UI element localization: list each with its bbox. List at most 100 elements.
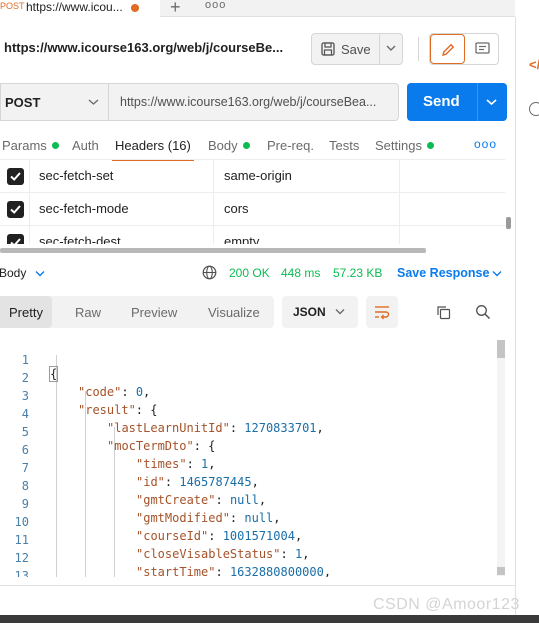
url-input[interactable]: https://www.icourse163.org/web/j/courseB… [108, 83, 399, 121]
code-line: 10 "courseId": 1001571004, [0, 501, 507, 543]
response-code-view[interactable]: 1 { 2 "code": 0, 3 "result": { 4 "lastLe… [0, 337, 507, 577]
code-line: 9 "gmtModified": null, [0, 483, 507, 525]
status-code[interactable]: 200 OK [229, 266, 270, 280]
code-line: 12 "startTime": 1632880800000, [0, 537, 507, 577]
response-time[interactable]: 448 ms [281, 266, 320, 280]
column-divider [29, 226, 30, 244]
save-label: Save [341, 42, 371, 57]
code-line: 4 "lastLearnUnitId": 1270833701, [0, 393, 507, 435]
more-options-button[interactable]: ooo [474, 137, 497, 151]
chevron-down-icon[interactable] [35, 270, 45, 277]
tab-params[interactable]: Params [2, 138, 59, 153]
header-key[interactable]: sec-fetch-set [39, 168, 113, 183]
wrap-lines-button[interactable] [366, 296, 398, 328]
code-line: 13 "duration": null, [0, 555, 507, 577]
table-row: sec-fetch-mode cors [0, 192, 505, 226]
code-line: 3 "result": { [0, 375, 507, 417]
wrap-icon [375, 306, 390, 320]
taskbar-strip [0, 615, 539, 623]
status-dot-icon [51, 142, 59, 149]
format-select[interactable]: JSON [282, 296, 358, 328]
tab-params-label: Params [2, 138, 47, 153]
documentation-button[interactable] [465, 34, 499, 64]
tab-pretty[interactable]: Pretty [9, 305, 43, 320]
code-scroll-thumb[interactable] [497, 340, 505, 358]
response-body-select[interactable]: Body [0, 266, 26, 280]
tab-strip: POST https://www.icou... + ooo [0, 0, 515, 17]
request-tab[interactable]: POST https://www.icou... [0, 0, 160, 17]
headers-horizontal-scrollbar[interactable] [0, 248, 426, 253]
headers-table: sec-fetch-set same-origin sec-fetch-mode… [0, 159, 505, 244]
header-key[interactable]: sec-fetch-mode [39, 201, 129, 216]
tab-raw[interactable]: Raw [75, 305, 101, 320]
column-divider [29, 160, 30, 193]
tab-more-button[interactable]: ooo [205, 0, 226, 11]
code-line: 11 "closeVisableStatus": 1, [0, 519, 507, 561]
chevron-down-icon [88, 98, 99, 106]
code-line: 8 "gmtCreate": null, [0, 465, 507, 507]
tab-body-label: Body [208, 138, 238, 153]
tab-headers[interactable]: Headers (16) [115, 138, 191, 153]
save-button[interactable]: Save [311, 33, 403, 65]
status-dot-icon [426, 142, 434, 149]
code-snippet-icon[interactable]: </ [529, 57, 539, 72]
send-label: Send [423, 93, 460, 110]
send-divider [477, 83, 478, 121]
tab-method-label: POST [0, 1, 25, 11]
new-tab-plus-icon[interactable]: + [170, 0, 181, 18]
method-select[interactable]: POST [0, 83, 108, 121]
edit-mode-button[interactable] [430, 34, 465, 64]
line-number: 13 [14, 569, 29, 577]
watermark: CSDN @Amoor123 [373, 596, 520, 613]
chevron-down-icon [335, 308, 345, 315]
chevron-down-icon[interactable] [386, 44, 396, 52]
unsaved-dot-icon [131, 4, 139, 12]
chevron-down-icon[interactable] [492, 270, 502, 277]
search-icon[interactable] [475, 304, 491, 320]
column-divider [213, 226, 214, 244]
request-title[interactable]: https://www.icourse163.org/web/j/courseB… [4, 40, 283, 55]
method-label: POST [5, 95, 41, 110]
checkbox[interactable] [7, 201, 24, 218]
column-divider [29, 193, 30, 226]
tab-visualize[interactable]: Visualize [208, 305, 260, 320]
headers-vertical-scrollbar[interactable] [506, 217, 511, 229]
pencil-icon [442, 43, 455, 56]
checkbox[interactable] [7, 234, 24, 244]
tab-preview[interactable]: Preview [131, 305, 177, 320]
tab-body[interactable]: Body [208, 138, 250, 153]
column-divider [213, 160, 214, 193]
globe-icon[interactable] [202, 265, 217, 280]
tab-auth[interactable]: Auth [72, 138, 99, 153]
comment-icon [475, 42, 490, 54]
code-line: 6 "times": 1, [0, 429, 507, 471]
url-text: https://www.icourse163.org/web/j/courseB… [120, 95, 377, 109]
column-divider [399, 226, 400, 244]
header-value[interactable]: empty [224, 234, 259, 244]
tab-settings[interactable]: Settings [375, 138, 434, 153]
tab-prerequest[interactable]: Pre-req. [267, 138, 314, 153]
table-row: sec-fetch-dest empty [0, 225, 505, 244]
status-dot-icon [242, 142, 250, 149]
response-size[interactable]: 57.23 KB [333, 266, 382, 280]
save-response-button[interactable]: Save Response [397, 266, 489, 280]
code-scroll-arrow[interactable] [497, 567, 505, 575]
bottom-divider [0, 585, 515, 586]
format-label: JSON [293, 305, 326, 319]
tab-tests[interactable]: Tests [329, 138, 359, 153]
column-divider [399, 193, 400, 226]
send-button[interactable]: Send [407, 83, 507, 121]
header-value[interactable]: same-origin [224, 168, 292, 183]
header-value[interactable]: cors [224, 201, 249, 216]
tab-title: https://www.icou... [26, 0, 123, 14]
code-scroll-track[interactable] [497, 340, 505, 576]
view-mode-toggle [429, 33, 499, 65]
code-line: 1 { [0, 339, 507, 382]
checkbox[interactable] [7, 168, 24, 185]
header-key[interactable]: sec-fetch-dest [39, 234, 121, 244]
info-icon[interactable] [529, 102, 539, 116]
column-divider [213, 193, 214, 226]
code-line: 7 "id": 1465787445, [0, 447, 507, 489]
copy-icon[interactable] [436, 305, 451, 320]
chevron-down-icon[interactable] [486, 98, 497, 106]
